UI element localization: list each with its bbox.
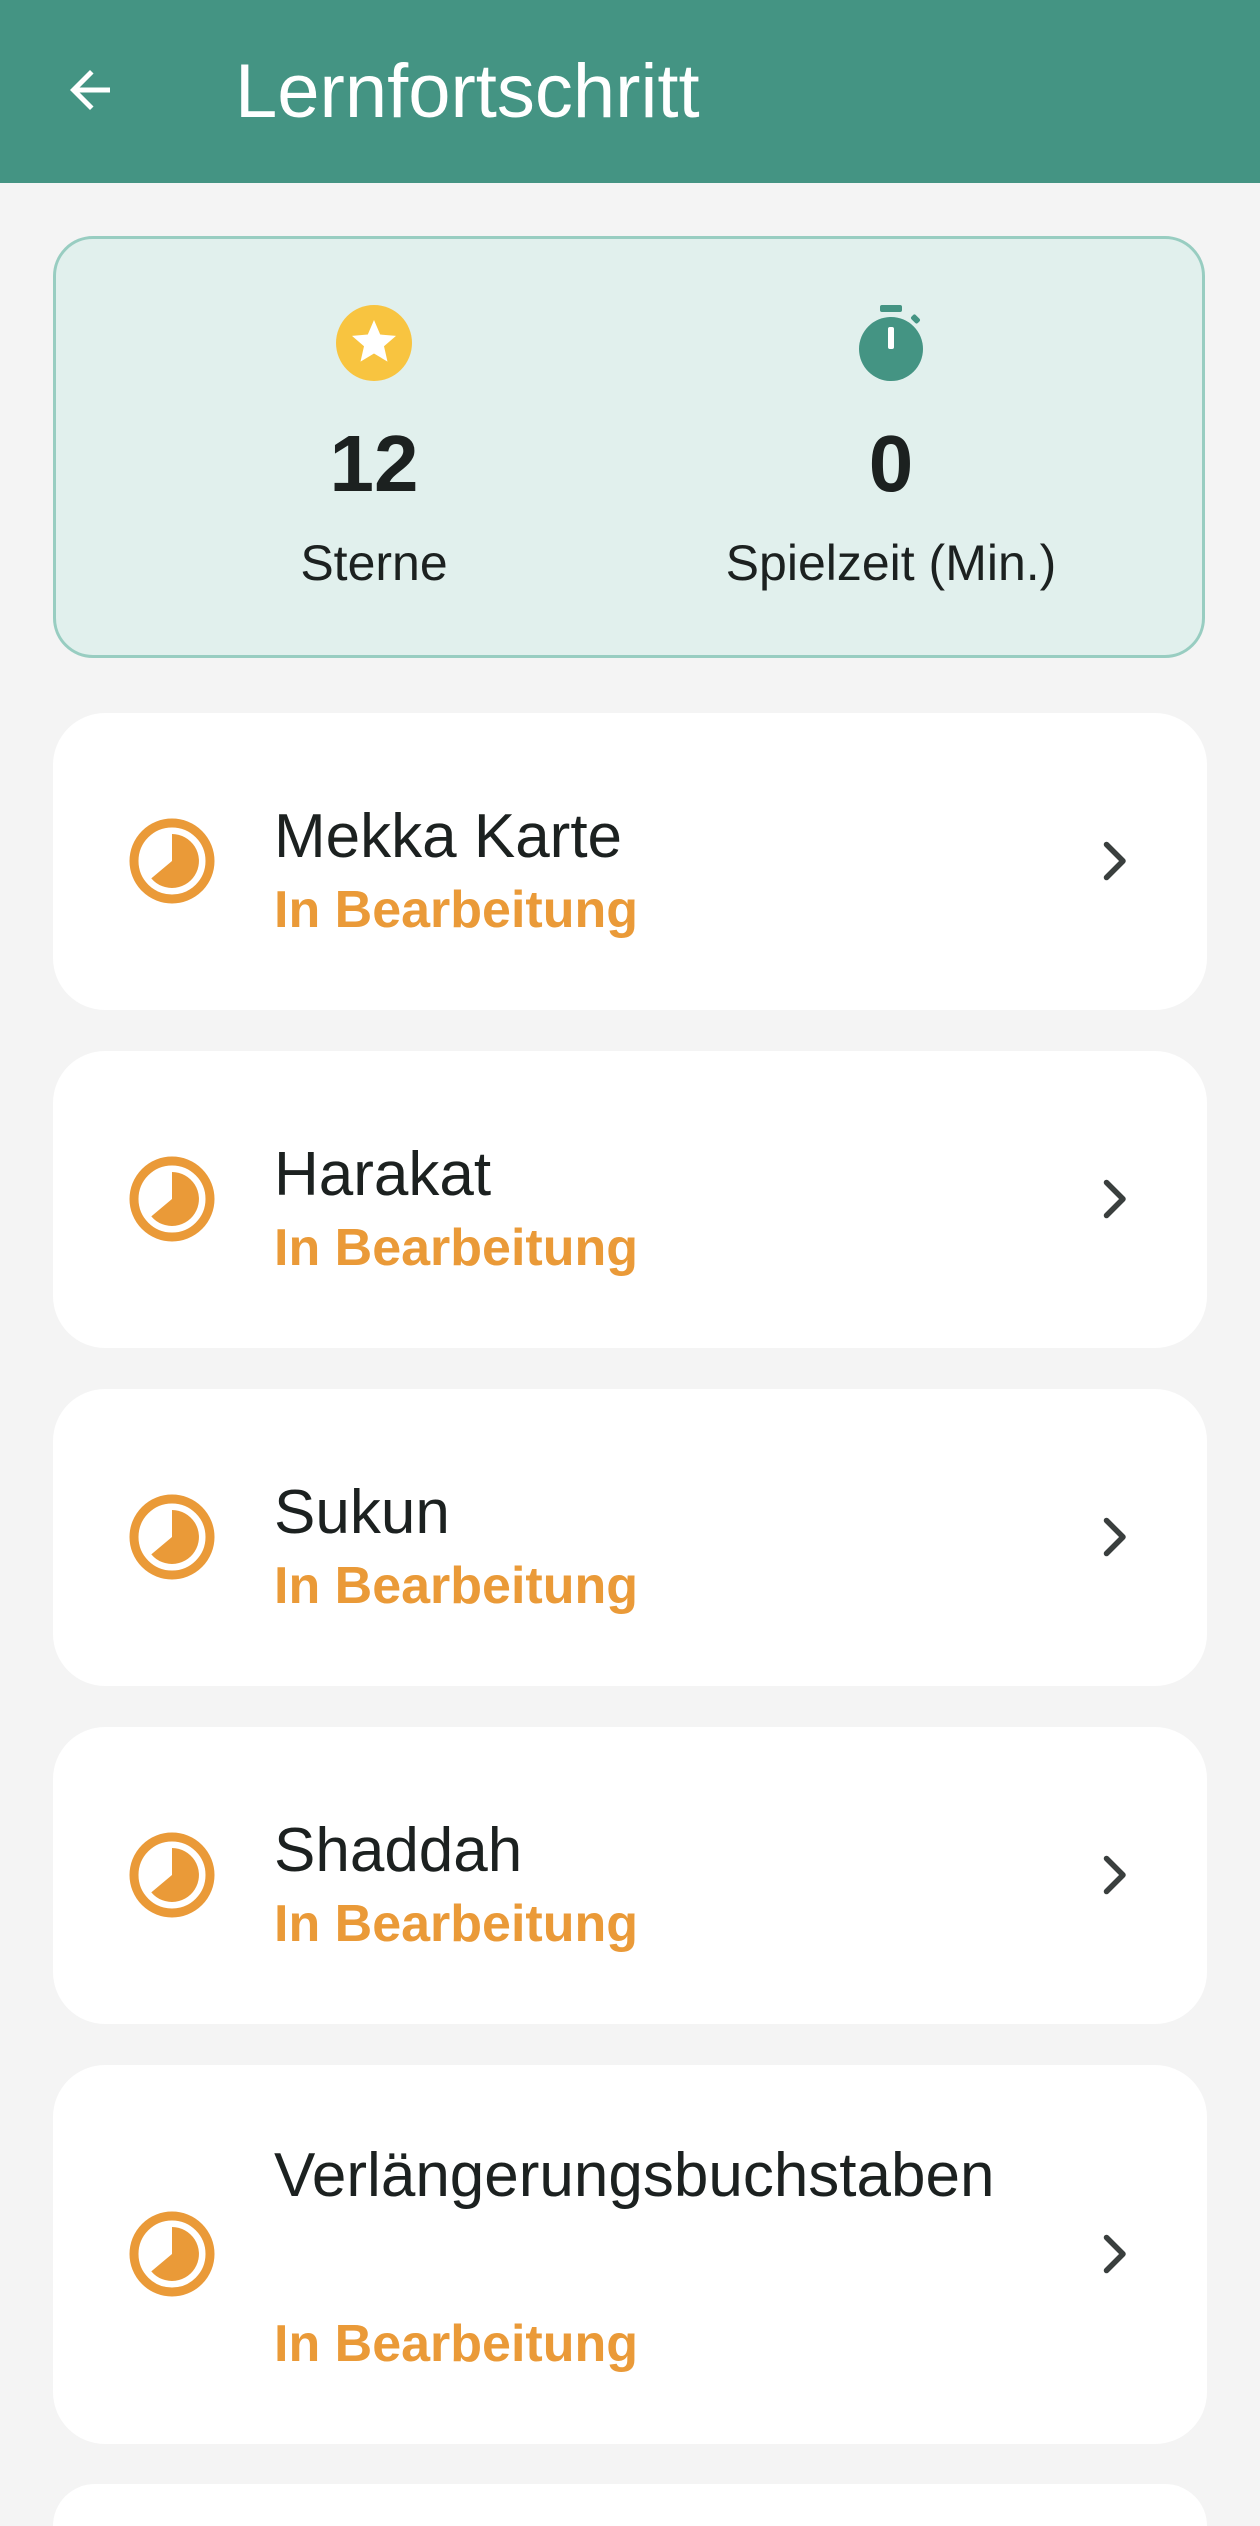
in-progress-icon [129,1832,215,1918]
chevron-right-icon [1103,1517,1126,1557]
chevron-right-icon [1103,2234,1126,2274]
playtime-label: Spielzeit (Min.) [725,535,1057,591]
list-item-title: Verlängerungsbuchstaben [274,2141,995,2210]
in-progress-icon [129,818,215,904]
list-item-shaddah[interactable]: Shaddah In Bearbeitung [53,1727,1207,2024]
chevron-right-icon [1103,1179,1126,1219]
list-item-verlaengerungsbuchstaben[interactable]: Verlängerungsbuchstaben In Bearbeitung [53,2065,1207,2444]
stats-card: 12 Sterne 0 Spielzeit (Min.) [53,236,1205,658]
stars-value: 12 [329,419,419,508]
in-progress-icon [129,1156,215,1242]
list-item-title: Sukun [274,1478,450,1547]
stars-label: Sterne [300,535,448,591]
app-bar: Lernfortschritt [0,0,1260,183]
status-label: In Bearbeitung [274,1557,639,1615]
chevron-right-icon [1103,1855,1126,1895]
in-progress-icon [129,2211,215,2297]
status-label: In Bearbeitung [274,2315,639,2373]
list-item-sukun[interactable]: Sukun In Bearbeitung [53,1389,1207,1686]
status-label: In Bearbeitung [274,1895,639,1953]
stopwatch-icon [859,305,923,381]
status-label: In Bearbeitung [274,881,639,939]
playtime-value: 0 [868,419,914,508]
status-label: In Bearbeitung [274,1219,639,1277]
page-title: Lernfortschritt [235,49,700,134]
list-item-title: Harakat [274,1140,492,1209]
list-item-title: Mekka Karte [274,802,623,871]
back-button[interactable] [52,52,128,128]
playtime-stat: 0 Spielzeit (Min.) [651,239,1131,655]
stars-stat: 12 Sterne [134,239,614,655]
arrow-left-icon [70,70,110,110]
chevron-right-icon [1103,841,1126,881]
list-item-mekka-karte[interactable]: Mekka Karte In Bearbeitung [53,713,1207,1010]
star-icon [336,305,412,381]
list-item-harakat[interactable]: Harakat In Bearbeitung [53,1051,1207,1348]
list-item-next[interactable] [53,2484,1207,2526]
in-progress-icon [129,1494,215,1580]
list-item-title: Shaddah [274,1816,523,1885]
